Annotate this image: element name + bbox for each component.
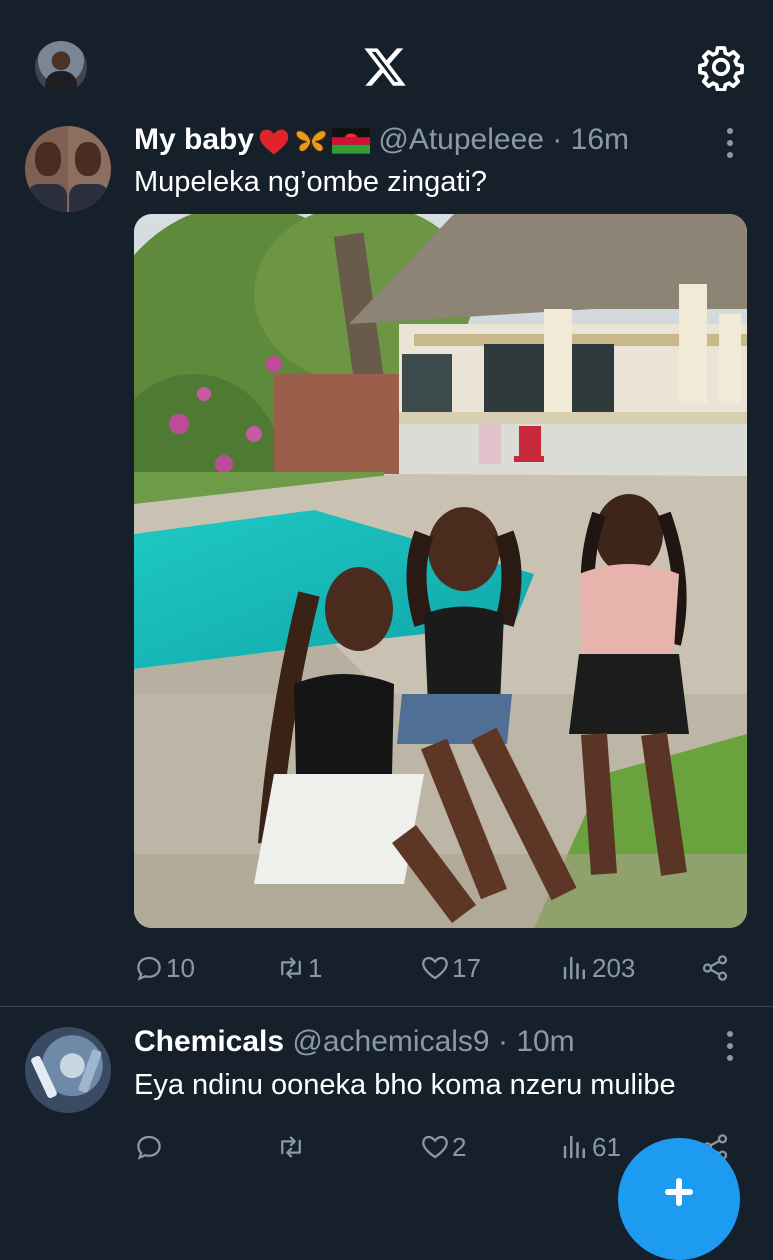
tweet-text: Mupeleka ng’ombe zingati? xyxy=(134,166,488,198)
tweet-text: Eya ndinu ooneka bho koma nzeru mulibe xyxy=(134,1069,676,1101)
more-options-icon[interactable] xyxy=(722,1031,738,1061)
views-button[interactable]: 203 xyxy=(560,948,635,988)
more-options-icon[interactable] xyxy=(722,128,738,158)
tweet-timestamp[interactable]: 16m xyxy=(571,123,629,156)
heart-icon xyxy=(422,1135,448,1159)
retweet-count: 1 xyxy=(308,952,323,983)
tweet-photo[interactable] xyxy=(134,214,747,928)
reply-button[interactable]: 10 xyxy=(134,948,195,988)
author-avatar[interactable] xyxy=(25,126,111,212)
reply-count: 10 xyxy=(166,952,195,983)
share-button[interactable] xyxy=(700,948,732,988)
butterfly-icon xyxy=(295,130,327,153)
tweet-actions: 10 1 17 203 xyxy=(0,948,773,988)
retweet-button[interactable] xyxy=(276,1127,308,1167)
my-profile-avatar[interactable] xyxy=(35,41,87,93)
views-icon xyxy=(563,1135,585,1159)
like-button[interactable]: 17 xyxy=(420,948,481,988)
tweet-header: My baby @Atupeleee · 16m xyxy=(134,123,629,157)
like-count: 2 xyxy=(452,1131,467,1162)
views-count: 61 xyxy=(592,1131,621,1162)
retweet-icon xyxy=(281,1136,301,1158)
reply-button[interactable] xyxy=(134,1127,166,1167)
author-name[interactable]: Chemicals xyxy=(134,1025,284,1058)
x-logo-icon[interactable] xyxy=(362,44,408,90)
share-icon xyxy=(702,955,728,981)
like-count: 17 xyxy=(452,952,481,983)
tweet-header: Chemicals @achemicals9 · 10m xyxy=(134,1025,575,1059)
red-heart-icon xyxy=(259,129,289,155)
pool-photo-illustration xyxy=(134,214,747,928)
separator-dot: · xyxy=(552,123,563,156)
like-button[interactable]: 2 xyxy=(420,1127,466,1167)
author-avatar[interactable] xyxy=(25,1027,111,1113)
top-bar xyxy=(0,0,773,120)
reply-icon xyxy=(137,956,161,981)
author-handle[interactable]: @achemicals9 xyxy=(292,1025,489,1058)
tweet[interactable]: My baby @Atupeleee · 16m Mupeleka ng’omb… xyxy=(0,118,773,1006)
views-button[interactable]: 61 xyxy=(560,1127,621,1167)
retweet-button[interactable]: 1 xyxy=(276,948,322,988)
reply-icon xyxy=(137,1135,161,1160)
author-name[interactable]: My baby xyxy=(134,123,254,156)
retweet-icon xyxy=(281,957,301,979)
views-count: 203 xyxy=(592,952,636,983)
gear-icon[interactable] xyxy=(697,43,745,91)
views-icon xyxy=(563,956,585,980)
separator-dot: · xyxy=(497,1025,508,1058)
tweet-timestamp[interactable]: 10m xyxy=(516,1025,574,1058)
malawi-flag-icon xyxy=(332,128,371,154)
compose-post-button[interactable] xyxy=(618,1138,740,1260)
heart-icon xyxy=(422,956,448,980)
author-handle[interactable]: @Atupeleee xyxy=(378,123,544,156)
